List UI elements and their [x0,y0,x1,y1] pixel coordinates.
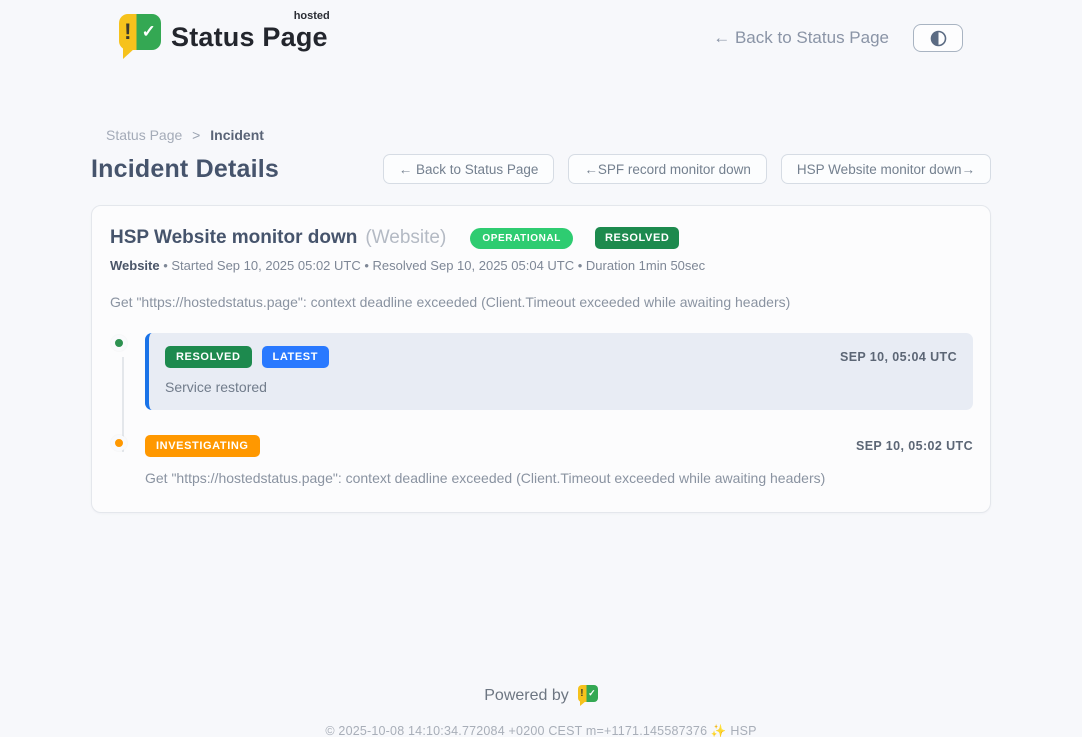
powered-by-label: Powered by [484,687,569,705]
timeline-dot-orange [111,435,127,451]
half-circle-theme-icon [930,30,947,47]
powered-by: Powered by ! ✓ [91,685,991,707]
resolved-badge: RESOLVED [595,227,680,249]
timeline-dot-green [111,335,127,351]
prev-incident-button[interactable]: ←SPF record monitor down [568,154,767,184]
brand-logo[interactable]: ! ✓ Status Page hosted [119,14,328,62]
investigating-status-badge: INVESTIGATING [145,435,260,457]
timeline-timestamp: SEP 10, 05:04 UTC [840,350,957,364]
incident-title: HSP Website monitor down [110,227,357,249]
incident-meta: Website • Started Sep 10, 2025 05:02 UTC… [109,258,973,273]
breadcrumb-separator: > [192,127,200,143]
exclaim-icon: ! [119,14,137,50]
check-icon: ✓ [586,685,598,702]
incident-component: Website [110,258,160,273]
page-title: Incident Details [91,155,279,184]
check-icon: ✓ [137,14,161,50]
timeline-update-card: RESOLVED LATEST SEP 10, 05:04 UTC Servic… [145,333,973,410]
breadcrumb-current: Incident [210,127,264,143]
timeline-message: Service restored [165,379,957,395]
operational-badge: OPERATIONAL [470,228,573,249]
brand-mini-logo-icon[interactable]: ! ✓ [578,685,598,707]
footer: Powered by ! ✓ © 2025-10-08 14:10:34.772… [91,685,991,737]
top-bar: ! ✓ Status Page hosted ← Back to Status … [91,0,991,62]
resolved-status-badge: RESOLVED [165,346,252,368]
incident-description: Get "https://hostedstatus.page": context… [109,294,973,310]
header-back-link[interactable]: ← Back to Status Page [713,28,889,48]
page-container: ! ✓ Status Page hosted ← Back to Status … [91,0,991,737]
next-incident-button[interactable]: HSP Website monitor down→ [781,154,991,184]
timeline-update-plain: INVESTIGATING SEP 10, 05:02 UTC Get "htt… [145,433,973,486]
theme-toggle-button[interactable] [913,24,963,52]
incident-meta-text: • Started Sep 10, 2025 05:02 UTC • Resol… [160,258,706,273]
incident-scope: (Website) [365,227,446,249]
breadcrumb-root[interactable]: Status Page [106,127,182,143]
timeline-entry-resolved: RESOLVED LATEST SEP 10, 05:04 UTC Servic… [109,333,973,410]
timeline-entry-investigating: INVESTIGATING SEP 10, 05:02 UTC Get "htt… [109,433,973,486]
incident-timeline: RESOLVED LATEST SEP 10, 05:04 UTC Servic… [109,333,973,486]
bubble-tail [123,48,135,59]
brand-superscript: hosted [294,10,330,22]
incident-nav-buttons: ← Back to Status Page ←SPF record monito… [383,154,991,184]
exclaim-icon: ! [578,685,586,702]
latest-badge: LATEST [262,346,330,368]
brand-logo-icon: ! ✓ [119,14,161,62]
copyright-line: © 2025-10-08 14:10:34.772084 +0200 CEST … [91,724,991,737]
brand-name: Status Page [171,22,328,52]
timeline-timestamp: SEP 10, 05:02 UTC [856,439,973,453]
back-to-status-page-button[interactable]: ← Back to Status Page [383,154,555,184]
breadcrumb: Status Page > Incident [106,127,991,143]
timeline-message: Get "https://hostedstatus.page": context… [145,470,973,486]
incident-card: HSP Website monitor down (Website) OPERA… [91,205,991,513]
heading-row: Incident Details ← Back to Status Page ←… [91,154,991,184]
bubble-tail [580,701,586,706]
